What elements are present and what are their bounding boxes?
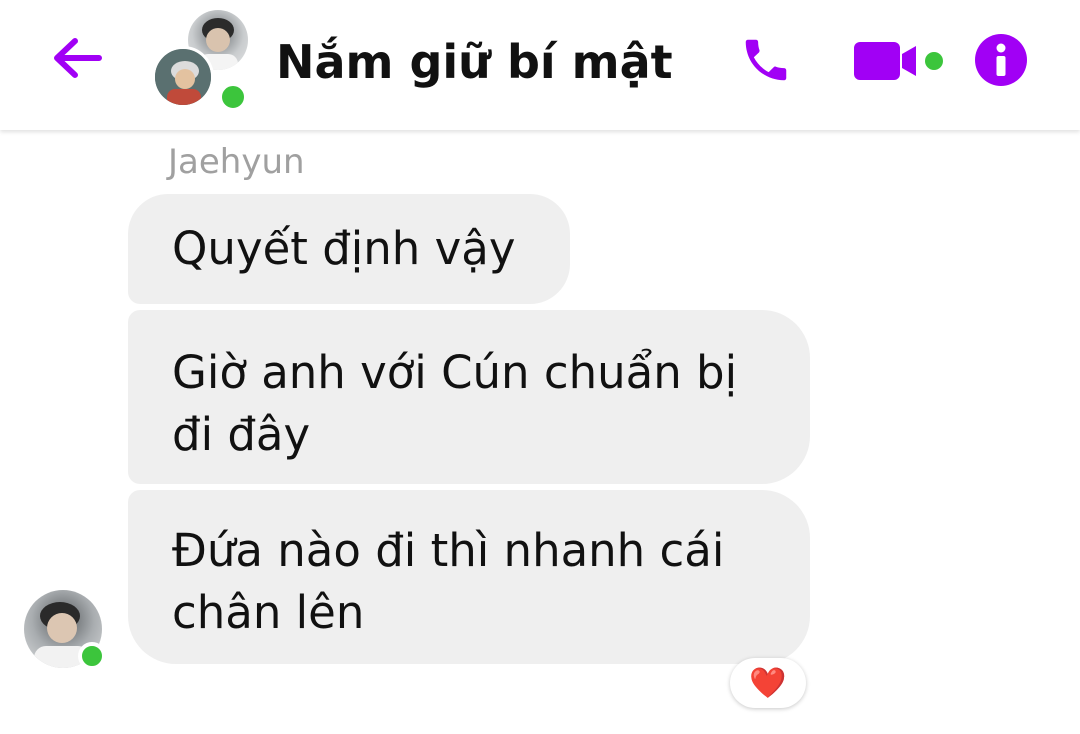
conversation-title[interactable]: Nắm giữ bí mật (276, 30, 673, 94)
message-text: Đứa nào đi thì nhanh cái chân lên (172, 524, 725, 639)
phone-icon (745, 39, 787, 81)
chat-header: Nắm giữ bí mật (0, 0, 1080, 130)
video-camera-icon (854, 42, 943, 80)
info-button[interactable] (970, 30, 1032, 90)
call-button[interactable] (734, 30, 798, 90)
info-icon (975, 34, 1027, 86)
video-call-button[interactable] (850, 36, 950, 86)
online-status-dot (218, 82, 248, 112)
back-button[interactable] (42, 28, 112, 88)
group-avatar[interactable] (150, 10, 250, 112)
heart-reaction[interactable]: ❤️ (730, 658, 806, 708)
message-text: Quyết định vậy (172, 222, 516, 275)
member-avatar-2 (152, 46, 214, 108)
message-bubble[interactable]: Giờ anh với Cún chuẩn bị đi đây (128, 310, 810, 484)
sender-online-dot (78, 642, 106, 670)
sender-name: Jaehyun (168, 142, 305, 182)
heart-icon: ❤️ (749, 665, 787, 701)
message-bubble[interactable]: Quyết định vậy (128, 194, 570, 304)
message-bubble[interactable]: Đứa nào đi thì nhanh cái chân lên (128, 490, 810, 664)
message-text: Giờ anh với Cún chuẩn bị đi đây (172, 346, 738, 461)
arrow-left-icon (54, 38, 102, 78)
